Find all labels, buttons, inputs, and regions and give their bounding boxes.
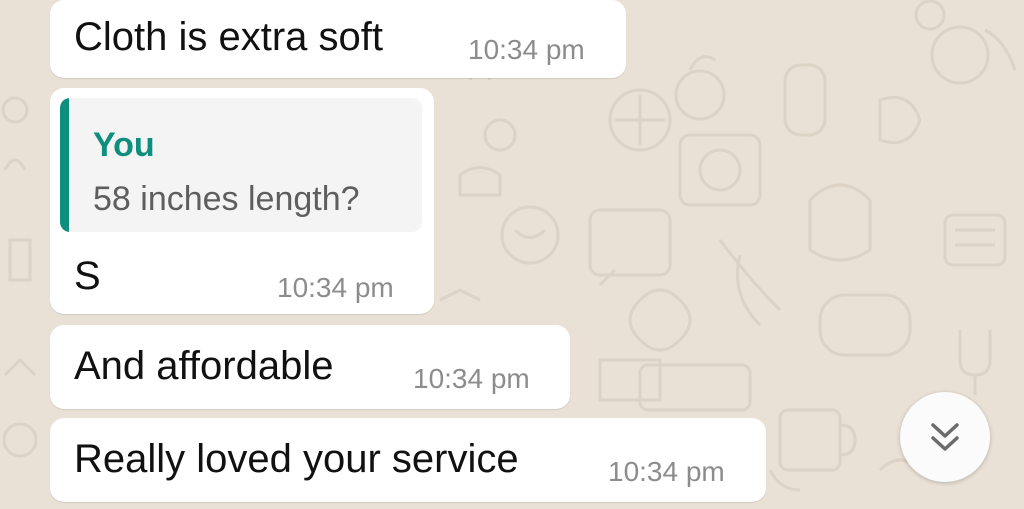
quoted-text: 58 inches length?: [93, 180, 360, 218]
quote-accent-bar: [60, 98, 69, 232]
quoted-author: You: [93, 126, 155, 164]
message-bubble-reply[interactable]: You 58 inches length? S 10:34 pm: [50, 88, 434, 314]
quoted-message[interactable]: You 58 inches length?: [60, 98, 422, 232]
message-timestamp: 10:34 pm: [608, 456, 725, 487]
message-text: Really loved your service: [74, 437, 519, 481]
message-text: S: [74, 254, 101, 298]
message-timestamp: 10:34 pm: [277, 272, 394, 303]
message-bubble[interactable]: Cloth is extra soft 10:34 pm: [50, 0, 626, 78]
message-text: Cloth is extra soft: [74, 15, 384, 59]
message-bubble[interactable]: Really loved your service 10:34 pm: [50, 418, 766, 502]
double-chevron-down-icon: [931, 423, 959, 451]
message-timestamp: 10:34 pm: [413, 363, 530, 394]
message-bubble[interactable]: And affordable 10:34 pm: [50, 325, 570, 409]
message-timestamp: 10:34 pm: [468, 34, 585, 65]
scroll-to-bottom-button[interactable]: [900, 392, 990, 482]
message-text: And affordable: [74, 344, 334, 388]
